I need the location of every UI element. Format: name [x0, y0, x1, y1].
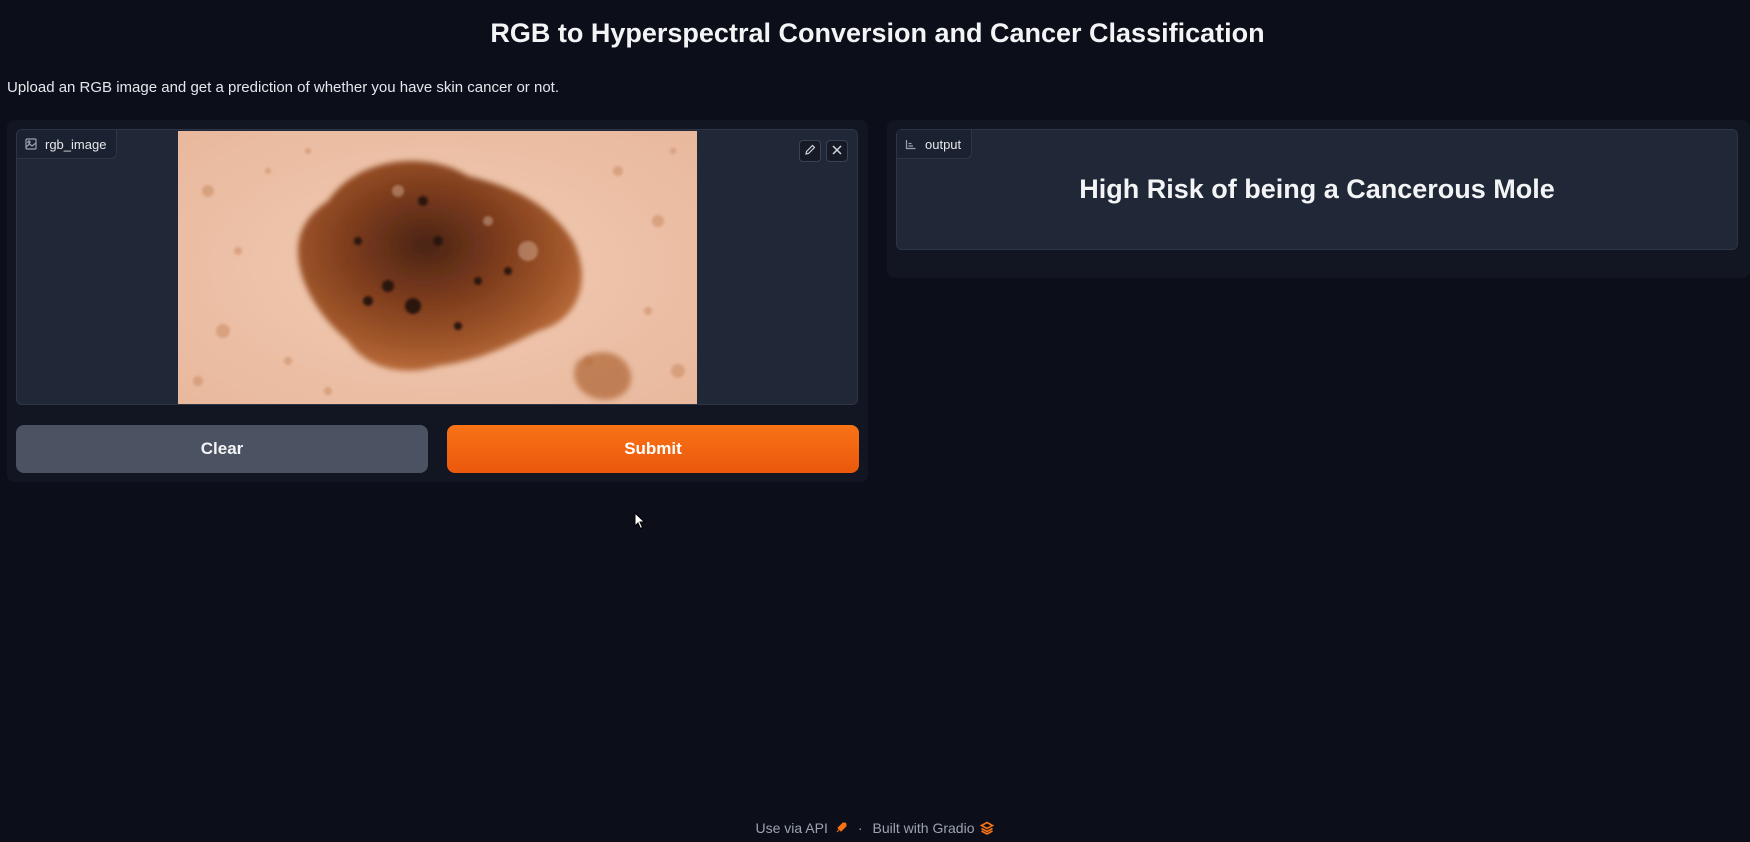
built-with-gradio-link[interactable]: Built with Gradio: [873, 820, 995, 836]
edit-image-button[interactable]: [799, 140, 821, 162]
output-label: output: [897, 130, 973, 159]
use-via-api-link[interactable]: Use via API: [756, 820, 848, 836]
gradio-app: RGB to Hyperspectral Conversion and Canc…: [0, 0, 1750, 842]
prediction-result: High Risk of being a Cancerous Mole: [1079, 174, 1555, 204]
output-panel: output High Risk of being a Cancerous Mo…: [896, 129, 1738, 250]
built-with-gradio-text: Built with Gradio: [872, 820, 975, 836]
label-icon: [905, 138, 917, 150]
uploaded-image: [178, 131, 697, 404]
rgb-image-label-text: rgb_image: [45, 136, 107, 152]
output-label-text: output: [925, 136, 962, 152]
page-title: RGB to Hyperspectral Conversion and Canc…: [490, 18, 1265, 48]
submit-button[interactable]: Submit: [447, 425, 859, 473]
rocket-icon: [834, 821, 848, 835]
image-icon: [25, 138, 37, 150]
close-icon: [831, 144, 843, 159]
rgb-image-label: rgb_image: [17, 130, 118, 159]
pencil-icon: [804, 144, 816, 159]
page-description: Upload an RGB image and get a prediction…: [7, 79, 559, 96]
footer-separator: ·: [857, 820, 863, 836]
clear-button[interactable]: Clear: [16, 425, 428, 473]
use-via-api-text: Use via API: [755, 820, 828, 836]
mouse-cursor-icon: [634, 511, 646, 535]
rgb-image-input[interactable]: rgb_image: [16, 129, 858, 405]
skin-mole-image: [178, 131, 697, 404]
footer: Use via API · Built with Gradio: [0, 820, 1750, 836]
gradio-logo-icon: [980, 821, 995, 835]
remove-image-button[interactable]: [826, 140, 848, 162]
